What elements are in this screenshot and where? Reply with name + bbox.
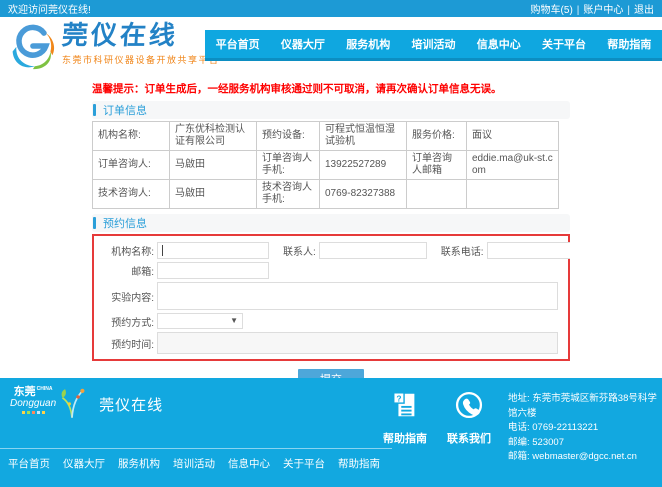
- order-info-section-header: 订单信息: [92, 101, 570, 119]
- footer-nav-about[interactable]: 关于平台: [283, 456, 325, 471]
- topbar: 欢迎访问莞仪在线! 购物车(5)|账户中心|退出: [0, 0, 662, 17]
- table-row: 技术咨询人: 马啟田 技术咨询人手机: 0769-82327388: [93, 180, 559, 209]
- price-value: 面议: [467, 122, 559, 151]
- order-contact-value: 马啟田: [170, 151, 257, 180]
- header: 莞仪在线 东莞市科研仪器设备开放共享平台 平台首页 仪器大厅 服务机构 培训活动…: [0, 17, 662, 78]
- table-row: 订单咨询人: 马啟田 订单咨询人手机: 13922527289 订单咨询人邮箱 …: [93, 151, 559, 180]
- tech-contact-value: 马啟田: [170, 180, 257, 209]
- page: 欢迎访问莞仪在线! 购物车(5)|账户中心|退出 莞仪在线 东莞市科研仪器设备开…: [0, 0, 662, 487]
- footer-nav-help[interactable]: 帮助指南: [338, 456, 380, 471]
- booking-method-select[interactable]: ▼: [157, 313, 243, 329]
- booking-contact-label: 联系人:: [283, 243, 316, 258]
- order-info-title: 订单信息: [103, 102, 147, 118]
- order-info-table: 机构名称: 广东优科检测认证有限公司 预约设备: 可程式恒温恒湿试验机 服务价格…: [92, 121, 559, 209]
- table-row: 机构名称: 广东优科检测认证有限公司 预约设备: 可程式恒温恒湿试验机 服务价格…: [93, 122, 559, 151]
- order-email-label: 订单咨询人邮箱: [407, 151, 467, 180]
- org-name-label: 机构名称:: [93, 122, 170, 151]
- nav-item-info-center[interactable]: 信息中心: [477, 36, 521, 52]
- booking-time-label: 预约时间:: [96, 336, 154, 351]
- contact-us-link[interactable]: 联系我们: [447, 390, 491, 446]
- nav-item-home[interactable]: 平台首页: [216, 36, 260, 52]
- empty-cell: [407, 180, 467, 209]
- nav-item-help[interactable]: 帮助指南: [607, 36, 651, 52]
- footer-nav-info-center[interactable]: 信息中心: [228, 456, 270, 471]
- main-content: 温馨提示：订单生成后，一经服务机构审核通过则不可取消，请再次确认订单信息无误。 …: [92, 78, 570, 378]
- booking-org-input[interactable]: [157, 242, 269, 259]
- booking-contact-input[interactable]: [319, 242, 427, 259]
- device-label: 预约设备:: [257, 122, 320, 151]
- nav-item-training[interactable]: 培训活动: [411, 36, 455, 52]
- logo-g-hands-icon: [8, 20, 56, 77]
- device-value: 可程式恒温恒湿试验机: [320, 122, 407, 151]
- logo-color-dots: [10, 411, 56, 414]
- text-caret: [162, 245, 163, 256]
- account-link[interactable]: 账户中心: [583, 5, 623, 16]
- booking-content-label: 实验内容:: [96, 289, 154, 304]
- topbar-links: 购物车(5)|账户中心|退出: [531, 1, 654, 16]
- booking-time-field[interactable]: [157, 332, 558, 354]
- footer-address: 地址: 东莞市莞城区新芬路38号科学馆六楼: [508, 392, 662, 421]
- org-name-value: 广东优科检测认证有限公司: [170, 122, 257, 151]
- footer-postcode: 邮编: 523007: [508, 436, 662, 451]
- booking-org-label: 机构名称:: [96, 243, 154, 258]
- footer-nav-training[interactable]: 培训活动: [173, 456, 215, 471]
- booking-method-label: 预约方式:: [96, 314, 154, 329]
- svg-text:?: ?: [396, 393, 401, 403]
- booking-info-section-header: 预约信息: [92, 214, 570, 232]
- contact-phone-icon: [454, 407, 484, 424]
- logo-text: 莞仪在线 东莞市科研仪器设备开放共享平台: [62, 20, 220, 66]
- footer-brand: 东莞CHINA Dongguan 莞仪在线: [10, 386, 163, 425]
- submit-button[interactable]: 提交: [298, 369, 364, 378]
- booking-info-title: 预约信息: [103, 215, 147, 231]
- nav-item-about[interactable]: 关于平台: [542, 36, 586, 52]
- plant-flower-icon: [59, 386, 85, 425]
- experiment-content-textarea[interactable]: [157, 282, 558, 310]
- empty-cell: [467, 180, 559, 209]
- footer-nav-instruments[interactable]: 仪器大厅: [63, 456, 105, 471]
- site-tagline: 东莞市科研仪器设备开放共享平台: [62, 53, 220, 66]
- section-accent-bar: [93, 104, 96, 116]
- order-email-value: eddie.ma@uk-st.com: [467, 151, 559, 180]
- site-logo[interactable]: 莞仪在线 东莞市科研仪器设备开放共享平台: [8, 20, 220, 77]
- logout-link[interactable]: 退出: [634, 5, 654, 16]
- footer-phone: 电话: 0769-22113221: [508, 421, 662, 436]
- price-label: 服务价格:: [407, 122, 467, 151]
- footer-quick-links: ? 帮助指南 联系我们: [383, 390, 491, 446]
- welcome-text: 欢迎访问莞仪在线!: [8, 1, 91, 16]
- booking-form: 机构名称: 联系人: 联系电话: 邮箱: 实验内容: 预约方式: ▼ 预约时间:: [92, 234, 570, 361]
- footer-contact-info: 地址: 东莞市莞城区新芬路38号科学馆六楼 电话: 0769-22113221 …: [508, 392, 662, 465]
- chevron-down-icon: ▼: [230, 317, 238, 325]
- divider: |: [577, 5, 580, 16]
- footer-nav-home[interactable]: 平台首页: [8, 456, 50, 471]
- booking-phone-input[interactable]: [487, 242, 570, 259]
- order-contact-label: 订单咨询人:: [93, 151, 170, 180]
- order-phone-label: 订单咨询人手机:: [257, 151, 320, 180]
- main-nav: 平台首页 仪器大厅 服务机构 培训活动 信息中心 关于平台 帮助指南: [205, 30, 662, 61]
- footer: 东莞CHINA Dongguan 莞仪在线: [0, 378, 662, 487]
- footer-email: 邮箱: webmaster@dgcc.net.cn: [508, 450, 662, 465]
- booking-email-label: 邮箱:: [96, 263, 154, 278]
- nav-item-agencies[interactable]: 服务机构: [346, 36, 390, 52]
- footer-site-name: 莞仪在线: [99, 394, 163, 415]
- tech-phone-label: 技术咨询人手机:: [257, 180, 320, 209]
- order-phone-value: 13922527289: [320, 151, 407, 180]
- booking-phone-label: 联系电话:: [441, 243, 484, 258]
- footer-divider: [0, 448, 392, 449]
- dongguan-city-logo: 东莞CHINA Dongguan: [10, 386, 56, 414]
- booking-email-input[interactable]: [157, 262, 269, 279]
- cart-link[interactable]: 购物车(5): [531, 5, 573, 16]
- nav-item-instruments[interactable]: 仪器大厅: [281, 36, 325, 52]
- tech-contact-label: 技术咨询人:: [93, 180, 170, 209]
- site-title: 莞仪在线: [61, 20, 221, 50]
- help-guide-link[interactable]: ? 帮助指南: [383, 390, 427, 446]
- footer-nav-agencies[interactable]: 服务机构: [118, 456, 160, 471]
- help-guide-icon: ?: [390, 407, 420, 424]
- divider: |: [627, 5, 630, 16]
- tech-phone-value: 0769-82327388: [320, 180, 407, 209]
- section-accent-bar: [93, 217, 96, 229]
- order-warning-text: 温馨提示：订单生成后，一经服务机构审核通过则不可取消，请再次确认订单信息无误。: [92, 81, 570, 96]
- footer-nav: 平台首页 仪器大厅 服务机构 培训活动 信息中心 关于平台 帮助指南: [8, 456, 380, 471]
